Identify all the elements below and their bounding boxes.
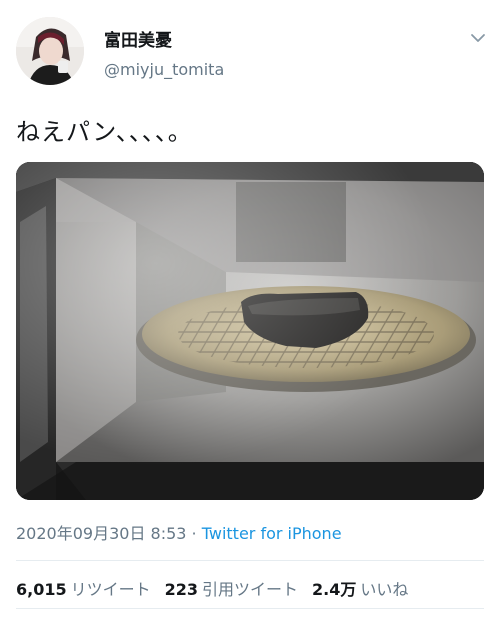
tweet-timestamp[interactable]: 2020年09月30日 8:53 (16, 524, 186, 543)
likes-count[interactable]: 2.4万 (312, 580, 356, 599)
likes-label[interactable]: いいね (360, 580, 408, 599)
tweet-photo[interactable] (16, 162, 484, 500)
retweets-label[interactable]: リツイート (71, 580, 151, 599)
tweet-meta: 2020年09月30日 8:53 · Twitter for iPhone (16, 520, 342, 544)
quotes-label[interactable]: 引用ツイート (202, 580, 298, 599)
chevron-down-icon[interactable] (468, 28, 488, 48)
retweets-count[interactable]: 6,015 (16, 580, 67, 599)
divider (16, 608, 484, 609)
tweet-stats: 6,015 リツイート 223 引用ツイート 2.4万 いいね (16, 576, 422, 600)
divider (16, 560, 484, 561)
display-name[interactable]: 富田美憂 (104, 26, 172, 51)
user-handle[interactable]: @miyju_tomita (104, 60, 224, 79)
meta-separator: · (186, 524, 202, 543)
tweet-text: ねえパン、、、、。 (16, 118, 193, 146)
tweet-header: 富田美憂 @miyju_tomita (0, 0, 500, 95)
quotes-count[interactable]: 223 (165, 580, 198, 599)
avatar[interactable] (16, 17, 84, 85)
tweet-source-link[interactable]: Twitter for iPhone (202, 524, 342, 543)
